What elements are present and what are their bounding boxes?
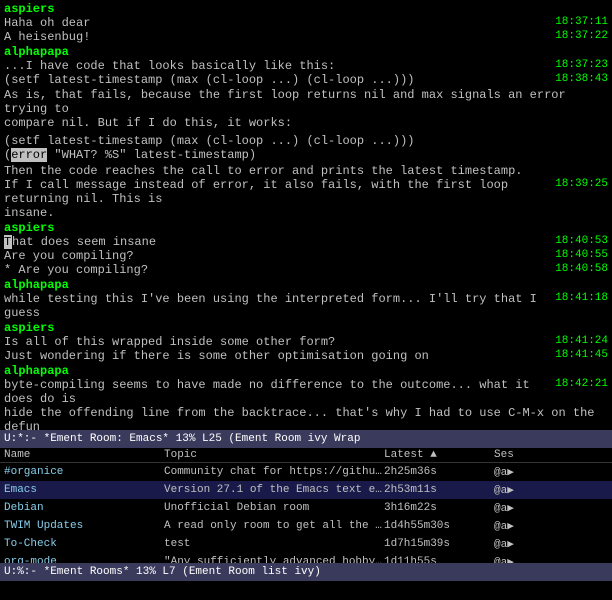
room-ses: @a▶ [494,483,554,497]
timestamp: 18:40:55 [551,249,608,261]
message-text: * Are you compiling? [4,263,551,277]
message-text: If I call message instead of error, it a… [4,178,551,206]
room-latest: 2h53m11s [384,484,494,496]
message-text: Haha oh dear [4,16,551,30]
status-text-1: U:*:- *Ement Room: Emacs* 13% L25 (Ement… [4,433,360,445]
message-text: Is all of this wrapped inside some other… [4,335,551,349]
username: aspiers [4,2,54,16]
username: aspiers [4,221,54,235]
col-header-name: Name [4,449,164,461]
username: alphapapa [4,364,69,378]
room-latest: 2h25m36s [384,466,494,478]
room-row[interactable]: To-Check test 1d7h15m39s @a▶ [0,535,612,553]
room-row[interactable]: org-mode "Any sufficiently advanced hobb… [0,553,612,563]
message-block: alphapapa byte-compiling seems to have m… [4,364,608,430]
col-header-latest[interactable]: Latest ▲ [384,449,494,461]
room-name[interactable]: TWIM Updates [4,520,164,532]
message-block: alphapapa ...I have code that looks basi… [4,45,608,87]
rooms-table-header: Name Topic Latest ▲ Ses [0,448,612,463]
room-name[interactable]: #organice [4,466,164,478]
message-text: insane. [4,206,608,220]
message-block: Then the code reaches the call to error … [4,164,608,220]
username: alphapapa [4,278,69,292]
message-block: As is, that fails, because the first loo… [4,88,608,130]
col-header-ses: Ses [494,449,554,461]
timestamp: 18:37:22 [551,30,608,42]
room-topic: A read only room to get all the ... [164,520,384,532]
message-text: As is, that fails, because the first loo… [4,88,608,116]
room-row[interactable]: Debian Unofficial Debian room 3h16m22s @… [0,499,612,517]
chat-area: aspiers Haha oh dear 18:37:11 A heisenbu… [0,0,612,430]
message-text: A heisenbug! [4,30,551,44]
room-latest: 1d4h55m30s [384,520,494,532]
room-ses: @a▶ [494,555,554,563]
room-row[interactable]: TWIM Updates A read only room to get all… [0,517,612,535]
timestamp: 18:40:53 [551,235,608,247]
room-topic: Unofficial Debian room [164,502,384,514]
message-block: aspiers Is all of this wrapped inside so… [4,321,608,363]
room-ses: @a▶ [494,501,554,515]
timestamp: 18:37:11 [551,16,608,28]
timestamp: 18:41:45 [551,349,608,361]
username: alphapapa [4,45,69,59]
message-block: aspiers That does seem insane 18:40:53 A… [4,221,608,277]
room-ses: @a▶ [494,519,554,533]
timestamp: 18:38:43 [551,73,608,85]
room-latest: 1d11h55s [384,556,494,563]
message-text: compare nil. But if I do this, it works: [4,116,608,130]
code-line: (setf latest-timestamp (max (cl-loop ...… [4,134,608,148]
room-ses: @a▶ [494,537,554,551]
timestamp: 18:37:23 [551,59,608,71]
message-text: That does seem insane [4,235,551,249]
status-bar-2: U:%:- *Ement Rooms* 13% L7 (Ement Room l… [0,563,612,581]
room-topic: test [164,538,384,550]
room-latest: 1d7h15m39s [384,538,494,550]
rooms-panel[interactable]: Name Topic Latest ▲ Ses #organice Commun… [0,448,612,563]
message-text: ...I have code that looks basically like… [4,59,551,73]
room-latest: 3h16m22s [384,502,494,514]
username: aspiers [4,321,54,335]
message-text: while testing this I've been using the i… [4,292,551,320]
timestamp: 18:41:24 [551,335,608,347]
room-ses: @a▶ [494,465,554,479]
status-bar-1: U:*:- *Ement Room: Emacs* 13% L25 (Ement… [0,430,612,448]
room-name[interactable]: org-mode [4,556,164,563]
room-topic: "Any sufficiently advanced hobby... [164,556,384,563]
timestamp: 18:39:25 [551,178,608,190]
room-topic: Community chat for https://githu... [164,466,384,478]
room-row[interactable]: #organice Community chat for https://git… [0,463,612,481]
room-name[interactable]: To-Check [4,538,164,550]
message-text: byte-compiling seems to have made no dif… [4,378,551,406]
timestamp: 18:40:58 [551,263,608,275]
message-block: alphapapa while testing this I've been u… [4,278,608,320]
timestamp: 18:41:18 [551,292,608,304]
message-text: (setf latest-timestamp (max (cl-loop ...… [4,73,551,87]
message-text: hide the offending line from the backtra… [4,406,608,430]
message-text: Are you compiling? [4,249,551,263]
room-row[interactable]: Emacs Version 27.1 of the Emacs text e..… [0,481,612,499]
room-name[interactable]: Emacs [4,484,164,496]
status-text-2: U:%:- *Ement Rooms* 13% L7 (Ement Room l… [4,566,321,578]
code-block: (setf latest-timestamp (max (cl-loop ...… [4,134,608,162]
message-text: Then the code reaches the call to error … [4,164,608,178]
room-topic: Version 27.1 of the Emacs text e... [164,484,384,496]
timestamp: 18:42:21 [551,378,608,390]
code-line-error: (error "WHAT? %S" latest-timestamp) [4,148,608,162]
room-name[interactable]: Debian [4,502,164,514]
message-text: Just wondering if there is some other op… [4,349,551,363]
message-block: aspiers Haha oh dear 18:37:11 A heisenbu… [4,2,608,44]
col-header-topic: Topic [164,449,384,461]
